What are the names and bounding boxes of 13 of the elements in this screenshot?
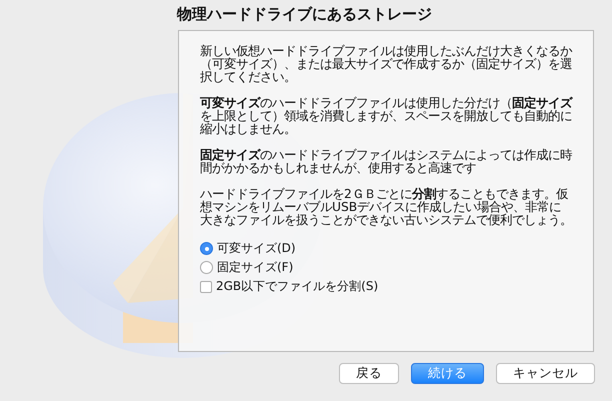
description-text: 新しい仮想ハードドライブファイルは使用したぶんだけ大きくなるか（可変サイズ）、または最大サイズで作成するか（固定サイズ）を選択してください。 [200,45,572,84]
radio-icon[interactable] [200,261,213,274]
dialog-button[interactable]: 戻る [339,363,399,384]
checkbox-option[interactable]: 2GB以下でファイルを分割(S) [200,278,378,295]
checkbox-icon[interactable] [200,280,212,292]
dialog-button[interactable]: キャンセル [496,363,595,384]
description-text: ハードドライブファイルを2ＧＢごとに分割することもできます。仮想マシンをリムーバブルUSBデバイスに作成したい場合や、非常に大きなファイルを扱うことができない古いシステムで便利でしょう。 [200,188,572,227]
radio-icon[interactable] [200,242,213,255]
radio-option[interactable]: 可変サイズ(D) [200,240,296,257]
dialog-title: 物理ハードドライブにあるストレージ [177,4,433,25]
description-text: 固定サイズのハードドライブファイルはシステムによっては作成に時間がかかるかもしれませんが、使用すると高速です [200,149,572,175]
radio-option[interactable]: 固定サイズ(F) [200,259,294,276]
description-text: 可変サイズのハードドライブファイルは使用した分だけ（固定サイズを上限として）領域を消費しますが、スペースを開放しても自動的に縮小はしません。 [200,97,572,136]
